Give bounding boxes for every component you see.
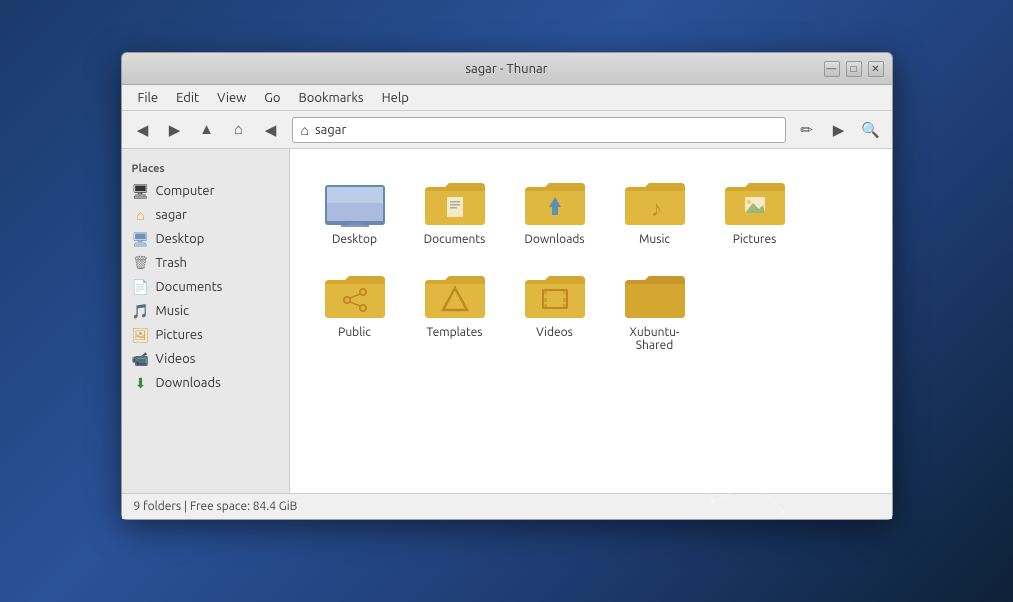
folder-documents[interactable]: Documents (410, 169, 500, 252)
status-text: 9 folders | Free space: 84.4 GiB (134, 500, 298, 513)
window-controls: — □ ✕ (824, 61, 884, 77)
back-button[interactable]: ◀ (128, 116, 158, 144)
downloads-label: Downloads (524, 233, 584, 246)
sidebar-label-documents: Documents (156, 280, 223, 294)
folder-music[interactable]: ♪ Music (610, 169, 700, 252)
trash-icon: 🗑 (132, 254, 150, 272)
documents-folder-icon (423, 175, 487, 229)
menu-view[interactable]: View (209, 88, 254, 108)
home-button[interactable]: ⌂ (224, 116, 254, 144)
menu-bookmarks[interactable]: Bookmarks (291, 88, 372, 108)
desktop-folder-icon (323, 175, 387, 229)
computer-icon: 🖥 (132, 182, 150, 200)
sidebar-item-music[interactable]: 🎵 Music (122, 299, 289, 323)
sidebar-item-trash[interactable]: 🗑 Trash (122, 251, 289, 275)
menu-bar: File Edit View Go Bookmarks Help (122, 85, 892, 111)
folder-pictures[interactable]: Pictures (710, 169, 800, 252)
file-area: Desktop Documents (290, 149, 892, 493)
toolbar: ◀ ▶ ▲ ⌂ ◀ ⌂ sagar ✏ ▶ 🔍 (122, 111, 892, 149)
downloads-folder-icon (523, 175, 587, 229)
sidebar-item-pictures[interactable]: 🖼 Pictures (122, 323, 289, 347)
folder-desktop[interactable]: Desktop (310, 169, 400, 252)
pictures-folder-icon (723, 175, 787, 229)
shared-folder-icon (623, 268, 687, 322)
folder-videos[interactable]: Videos (510, 262, 600, 358)
menu-edit[interactable]: Edit (168, 88, 207, 108)
sidebar-label-music: Music (156, 304, 190, 318)
videos-icon: 📹 (132, 350, 150, 368)
music-folder-icon: ♪ (623, 175, 687, 229)
main-area: Places 🖥 Computer ⌂ sagar 🖥 Desktop 🗑 Tr… (122, 149, 892, 493)
folder-public[interactable]: Public (310, 262, 400, 358)
close-button[interactable]: ✕ (868, 61, 884, 77)
title-bar: sagar - Thunar — □ ✕ (122, 53, 892, 85)
up-button[interactable]: ▲ (192, 116, 222, 144)
address-bar[interactable]: ⌂ sagar (292, 117, 786, 143)
status-bar: 9 folders | Free space: 84.4 GiB (122, 493, 892, 519)
documents-icon: 📄 (132, 278, 150, 296)
shared-label: Xubuntu-Shared (614, 326, 696, 352)
maximize-button[interactable]: □ (846, 61, 862, 77)
sidebar-item-sagar[interactable]: ⌂ sagar (122, 203, 289, 227)
music-icon: 🎵 (132, 302, 150, 320)
address-text: sagar (315, 123, 346, 137)
sidebar-label-computer: Computer (156, 184, 215, 198)
public-label: Public (338, 326, 371, 339)
public-folder-icon (323, 268, 387, 322)
sidebar: Places 🖥 Computer ⌂ sagar 🖥 Desktop 🗑 Tr… (122, 149, 290, 493)
main-window: sagar - Thunar — □ ✕ File Edit View Go B… (121, 52, 893, 520)
address-home-icon: ⌂ (301, 122, 309, 138)
window-title: sagar - Thunar (130, 62, 884, 76)
desktop-icon: 🖥 (132, 230, 150, 248)
sidebar-item-computer[interactable]: 🖥 Computer (122, 179, 289, 203)
sidebar-item-videos[interactable]: 📹 Videos (122, 347, 289, 371)
home-icon: ⌂ (132, 206, 150, 224)
folder-xubuntu-shared[interactable]: Xubuntu-Shared (610, 262, 700, 358)
videos-folder-icon (523, 268, 587, 322)
sidebar-label-trash: Trash (156, 256, 187, 270)
menu-file[interactable]: File (130, 88, 167, 108)
templates-folder-icon (423, 268, 487, 322)
documents-label: Documents (424, 233, 486, 246)
desktop-label: Desktop (332, 233, 377, 246)
sidebar-label-desktop: Desktop (156, 232, 205, 246)
pictures-icon: 🖼 (132, 326, 150, 344)
videos-label: Videos (536, 326, 573, 339)
music-label: Music (639, 233, 670, 246)
sidebar-section-places: Places (122, 157, 289, 179)
menu-help[interactable]: Help (374, 88, 417, 108)
toggle-button[interactable]: ◀ (256, 116, 286, 144)
sidebar-label-downloads: Downloads (156, 376, 221, 390)
sidebar-label-sagar: sagar (156, 208, 187, 222)
svg-text:♪: ♪ (651, 196, 662, 221)
menu-go[interactable]: Go (256, 88, 288, 108)
forward-button[interactable]: ▶ (160, 116, 190, 144)
pictures-label: Pictures (733, 233, 777, 246)
folder-downloads[interactable]: Downloads (510, 169, 600, 252)
search-button[interactable]: 🔍 (856, 116, 886, 144)
edit-location-button[interactable]: ✏ (792, 116, 822, 144)
sidebar-item-documents[interactable]: 📄 Documents (122, 275, 289, 299)
downloads-icon: ⬇ (132, 374, 150, 392)
sidebar-label-videos: Videos (156, 352, 196, 366)
next-button[interactable]: ▶ (824, 116, 854, 144)
templates-label: Templates (427, 326, 483, 339)
sidebar-label-pictures: Pictures (156, 328, 203, 342)
folder-templates[interactable]: Templates (410, 262, 500, 358)
sidebar-item-desktop[interactable]: 🖥 Desktop (122, 227, 289, 251)
minimize-button[interactable]: — (824, 61, 840, 77)
sidebar-item-downloads[interactable]: ⬇ Downloads (122, 371, 289, 395)
